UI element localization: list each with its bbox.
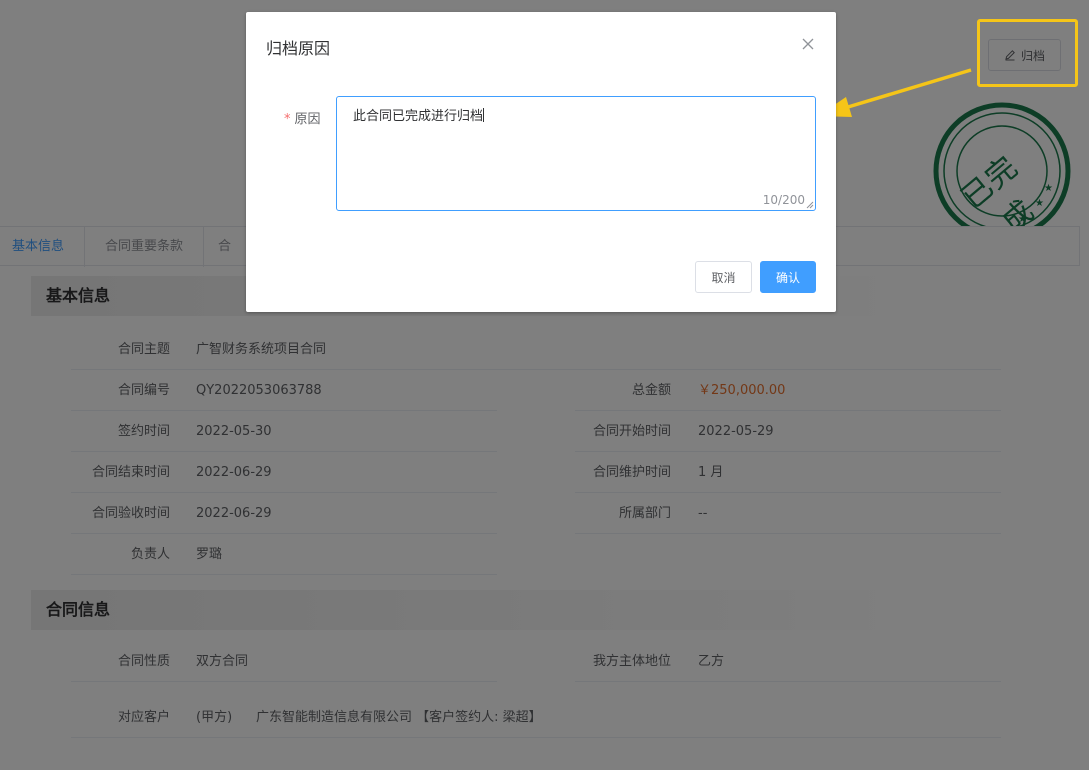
- resize-grip-icon[interactable]: [806, 201, 814, 209]
- reason-text: 此合同已完成进行归档: [353, 109, 484, 124]
- close-icon[interactable]: [798, 34, 818, 54]
- reason-label-text: 原因: [294, 112, 321, 127]
- reason-label: * 原因: [284, 108, 321, 127]
- archive-reason-dialog: 归档原因 * 原因 此合同已完成进行归档 10/200 取消 确认: [246, 12, 836, 312]
- highlight-box: [977, 19, 1078, 87]
- confirm-button[interactable]: 确认: [760, 261, 816, 293]
- cancel-button[interactable]: 取消: [695, 261, 752, 293]
- required-mark: *: [284, 112, 291, 127]
- char-counter: 10/200: [762, 193, 805, 207]
- dialog-title: 归档原因: [266, 39, 331, 58]
- text-caret: [483, 108, 485, 122]
- reason-textarea[interactable]: 此合同已完成进行归档 10/200: [336, 96, 816, 211]
